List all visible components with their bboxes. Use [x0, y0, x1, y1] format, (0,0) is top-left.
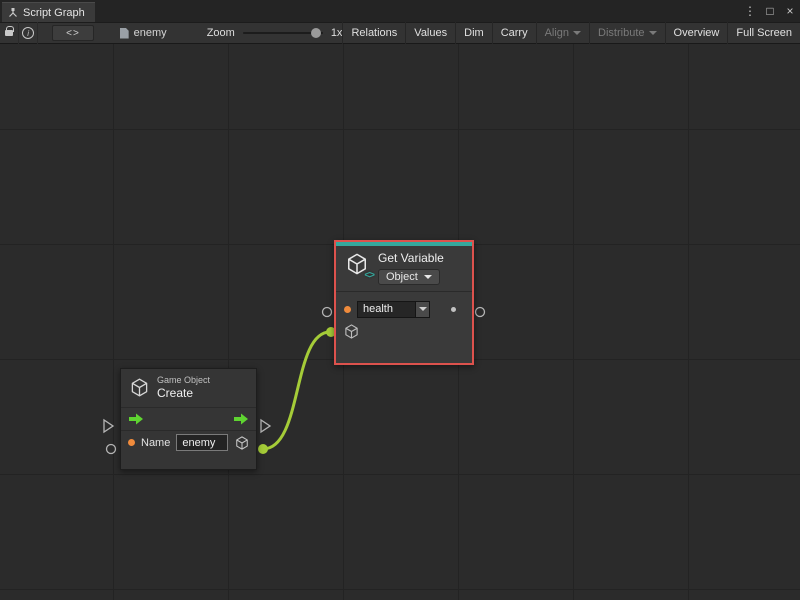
- node-title: Get Variable: [378, 251, 444, 265]
- gameobject-cube-icon: [130, 378, 149, 397]
- code-icon: <>: [66, 28, 80, 39]
- title-bar: Script Graph ⋮ □ ×: [0, 0, 800, 22]
- variable-cube-icon: <>: [346, 253, 370, 277]
- relations-button[interactable]: Relations: [342, 22, 405, 44]
- string-port-icon[interactable]: [344, 306, 351, 313]
- tab-script-graph[interactable]: Script Graph: [2, 2, 95, 22]
- zoom-value: 1x: [331, 27, 343, 39]
- chevron-down-icon: [419, 307, 427, 311]
- close-icon[interactable]: ×: [780, 4, 800, 18]
- chevron-down-icon: [573, 31, 581, 35]
- connection-wire: [263, 332, 330, 449]
- create-header: Game Object Create: [121, 369, 256, 407]
- zoom-control: Zoom 1x: [207, 27, 343, 39]
- flow-output-port: [261, 420, 270, 432]
- info-icon: i: [22, 27, 34, 39]
- chevron-down-icon: [649, 31, 657, 35]
- get-variable-header: <> Get Variable Object: [336, 246, 472, 291]
- variable-kind-dropdown[interactable]: Object: [378, 269, 440, 285]
- flow-out-arrow-icon[interactable]: [233, 413, 249, 425]
- value-output-dot[interactable]: [451, 307, 456, 312]
- object-cube-icon[interactable]: [344, 324, 359, 339]
- graph-reference[interactable]: enemy: [120, 27, 167, 39]
- align-button[interactable]: Align: [536, 22, 589, 44]
- dim-button[interactable]: Dim: [455, 22, 492, 44]
- toolbar-buttons: Relations Values Dim Carry Align Distrib…: [342, 22, 800, 44]
- lock-button[interactable]: [0, 22, 19, 44]
- chevron-down-icon: [424, 275, 432, 279]
- name-parameter-row: Name enemy: [121, 430, 256, 454]
- script-graph-icon: [8, 8, 18, 18]
- zoom-slider-handle[interactable]: [311, 28, 321, 38]
- tab-title: Script Graph: [23, 7, 85, 19]
- graph-asset-icon: [120, 28, 129, 39]
- carry-button[interactable]: Carry: [492, 22, 536, 44]
- gameobject-output-icon[interactable]: [235, 436, 249, 450]
- edit-script-button[interactable]: <>: [52, 25, 93, 41]
- param-label: Name: [141, 437, 170, 449]
- window-menu-icon[interactable]: ⋮: [740, 4, 760, 18]
- code-tag-icon: <>: [364, 270, 374, 281]
- gameobject-output-port: [258, 444, 268, 454]
- getvar-value-output-port: [476, 308, 485, 317]
- maximize-icon[interactable]: □: [760, 4, 780, 18]
- lock-icon: [5, 30, 13, 36]
- object-input-row: [344, 320, 464, 342]
- script-graph-window: Script Graph ⋮ □ × i <> enemy Zoom 1x: [0, 0, 800, 600]
- info-button[interactable]: i: [19, 22, 38, 44]
- graph-canvas[interactable]: <> Get Variable Object health: [0, 44, 800, 600]
- name-input-port: [107, 445, 116, 454]
- variable-name-input[interactable]: health: [357, 301, 415, 318]
- graph-name-label: enemy: [134, 27, 167, 39]
- node-title: Create: [157, 386, 210, 400]
- overview-button[interactable]: Overview: [665, 22, 728, 44]
- flow-row: [121, 407, 256, 430]
- variable-picker-dropdown[interactable]: [415, 301, 430, 318]
- graph-toolbar: i <> enemy Zoom 1x Relations Values Dim: [0, 22, 800, 44]
- node-create-game-object[interactable]: Game Object Create Name enemy: [120, 368, 257, 470]
- name-input[interactable]: enemy: [176, 434, 228, 451]
- string-port-icon[interactable]: [128, 439, 135, 446]
- flow-input-port: [104, 420, 113, 432]
- getvar-left-port: [323, 308, 332, 317]
- distribute-button[interactable]: Distribute: [589, 22, 664, 44]
- values-button[interactable]: Values: [405, 22, 455, 44]
- fullscreen-button[interactable]: Full Screen: [727, 22, 800, 44]
- zoom-slider[interactable]: [243, 32, 323, 34]
- node-supertitle: Game Object: [157, 375, 210, 385]
- variable-name-row: health: [344, 298, 464, 320]
- flow-in-arrow-icon[interactable]: [128, 413, 144, 425]
- node-get-variable[interactable]: <> Get Variable Object health: [334, 240, 474, 365]
- zoom-label: Zoom: [207, 27, 235, 39]
